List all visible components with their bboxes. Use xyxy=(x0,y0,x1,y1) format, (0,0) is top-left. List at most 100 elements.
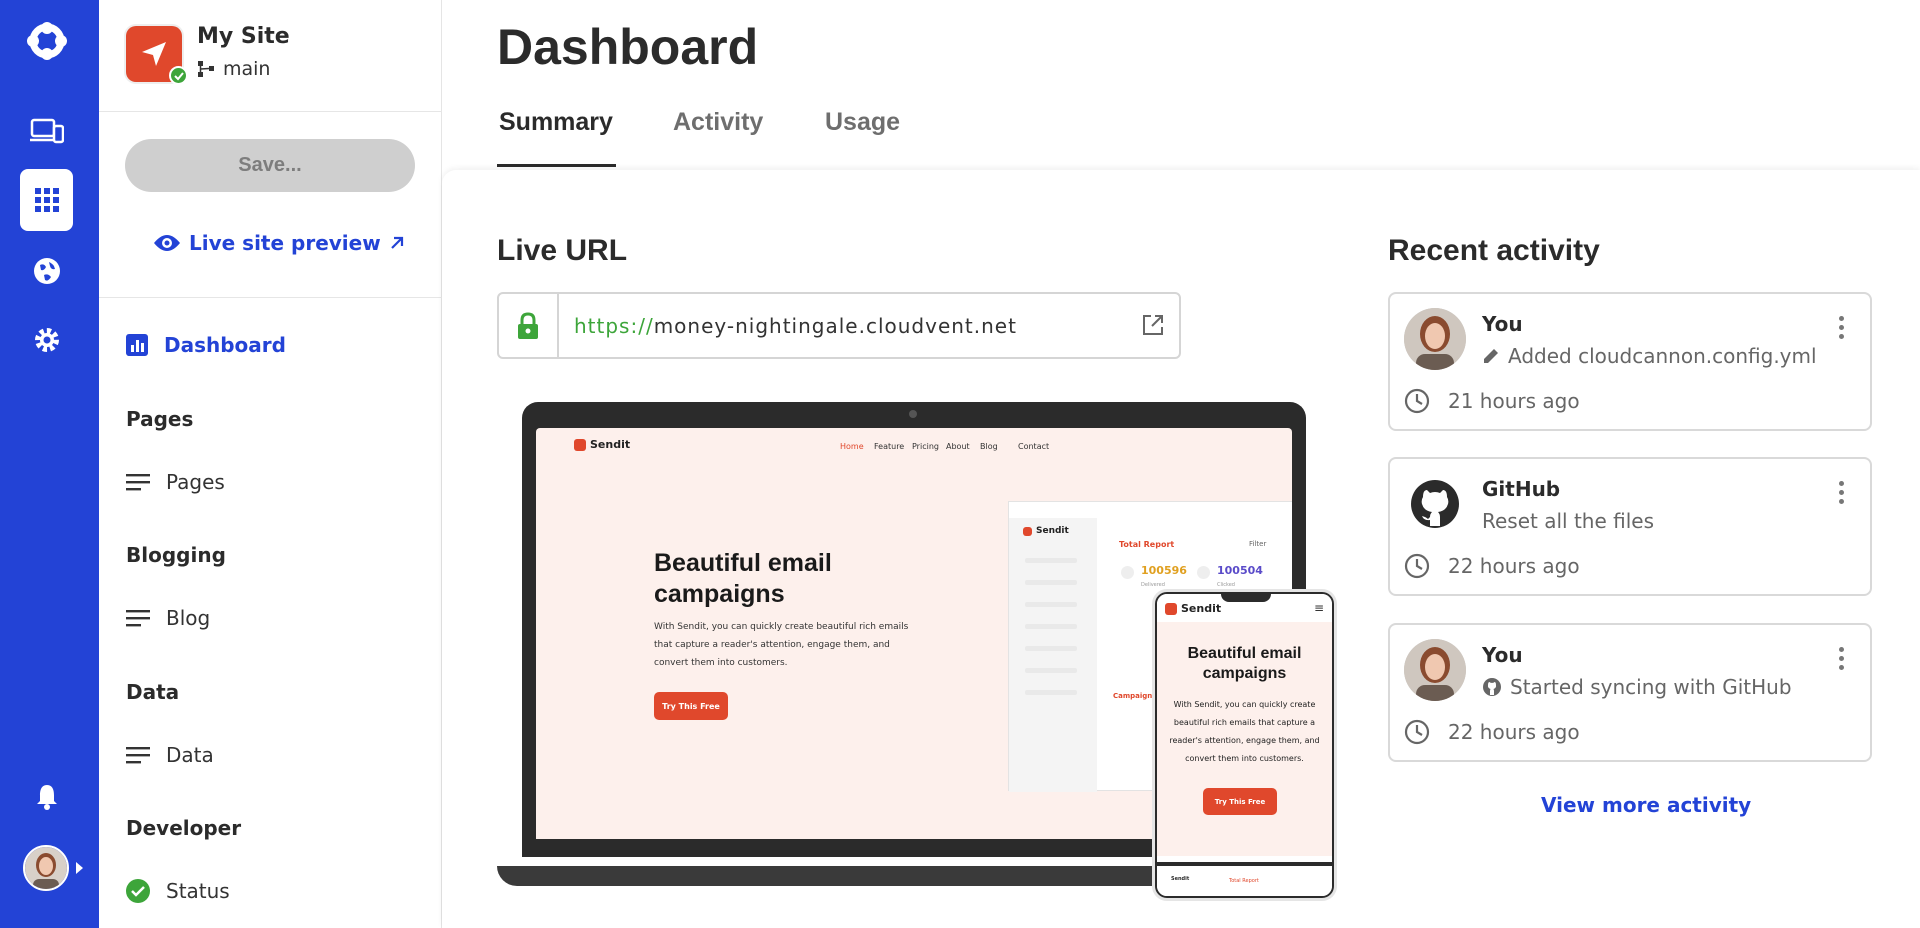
phone-brand: Sendit xyxy=(1165,602,1221,615)
tab-usage[interactable]: Usage xyxy=(825,108,900,137)
eye-icon xyxy=(154,235,180,251)
phone-hero-title: Beautiful email campaigns xyxy=(1187,645,1302,682)
branch-name: main xyxy=(223,58,271,80)
open-external-icon[interactable] xyxy=(1141,313,1165,341)
sidebar-item-dashboard[interactable]: Dashboard xyxy=(126,333,286,357)
page-title: Dashboard xyxy=(497,19,759,75)
preview-nav-feature: Feature xyxy=(874,442,905,451)
phone-screen: Beautiful email campaigns With Sendit, y… xyxy=(1157,622,1332,856)
clock-icon xyxy=(1404,719,1430,745)
phone-cta-button: Try This Free xyxy=(1203,788,1277,815)
recent-activity-heading: Recent activity xyxy=(1388,234,1600,267)
activity-description: Started syncing with GitHub xyxy=(1482,675,1792,699)
cloudcannon-logo-icon[interactable] xyxy=(20,10,73,72)
activity-author: You xyxy=(1482,643,1523,667)
sidebar-item-status[interactable]: Status xyxy=(126,879,230,903)
page-header: Dashboard Summary Activity Usage xyxy=(442,0,1920,170)
branch-icon xyxy=(198,61,214,77)
preview-nav-pricing: Pricing xyxy=(912,442,939,451)
more-options-icon[interactable] xyxy=(1839,647,1844,670)
apps-grid-icon[interactable] xyxy=(20,169,73,231)
laptop-camera xyxy=(909,410,917,418)
tablet-stat-delivered: 100596 xyxy=(1141,564,1187,577)
preview-cta-button: Try This Free xyxy=(654,692,728,720)
more-options-icon[interactable] xyxy=(1839,481,1844,504)
activity-author: You xyxy=(1482,312,1523,336)
tablet-report-title: Total Report xyxy=(1119,540,1175,549)
live-url-field[interactable]: https://money-nightingale.cloudvent.net xyxy=(497,292,1181,359)
dashboard-chart-icon xyxy=(126,334,148,356)
live-site-preview-label: Live site preview xyxy=(189,231,381,255)
list-icon xyxy=(126,610,150,627)
sidebar-item-pages[interactable]: Pages xyxy=(126,470,225,494)
view-more-activity-link[interactable]: View more activity xyxy=(1541,793,1751,817)
devices-icon[interactable] xyxy=(20,100,73,162)
clock-icon xyxy=(1404,388,1430,414)
app-rail xyxy=(0,0,99,928)
tablet-brand: Sendit xyxy=(1023,526,1069,536)
activity-description: Reset all the files xyxy=(1482,509,1655,533)
activity-time: 22 hours ago xyxy=(1404,719,1580,745)
account-menu-caret-icon[interactable] xyxy=(76,862,83,874)
sidebar-section-blogging: Blogging xyxy=(126,543,226,567)
github-icon xyxy=(1483,678,1501,696)
site-status-check-icon xyxy=(169,66,188,85)
site-sidebar: My Site main Save... Live site preview D… xyxy=(99,0,442,928)
live-url-heading: Live URL xyxy=(497,234,628,267)
user-avatar[interactable] xyxy=(23,845,69,891)
phone-mockup: Sendit ≡ Beautiful email campaigns With … xyxy=(1155,592,1334,898)
preview-brand: Sendit xyxy=(574,438,630,451)
sidebar-section-developer: Developer xyxy=(126,816,242,840)
preview-hero-title: Beautiful email campaigns xyxy=(654,549,832,608)
site-header: My Site main xyxy=(99,0,442,112)
settings-gear-icon[interactable] xyxy=(20,309,73,371)
activity-time: 22 hours ago xyxy=(1404,553,1580,579)
notifications-bell-icon[interactable] xyxy=(20,766,73,828)
activity-author: GitHub xyxy=(1482,477,1561,501)
activity-description: Added cloudcannon.config.yml xyxy=(1482,344,1817,368)
user-avatar xyxy=(1404,639,1466,701)
more-options-icon[interactable] xyxy=(1839,316,1844,339)
status-check-icon xyxy=(126,879,150,903)
pencil-icon xyxy=(1484,349,1498,363)
phone-header: Sendit ≡ xyxy=(1157,594,1332,622)
preview-nav-blog: Blog xyxy=(980,442,998,451)
phone-footer: Sendit Total Report xyxy=(1157,862,1332,896)
sidebar-item-data[interactable]: Data xyxy=(126,743,214,767)
live-site-preview-link[interactable]: Live site preview xyxy=(153,231,405,255)
activity-item[interactable]: You Started syncing with GitHub 22 hours… xyxy=(1388,623,1872,762)
site-name: My Site xyxy=(197,24,290,49)
tab-summary[interactable]: Summary xyxy=(499,108,613,137)
tablet-stat-clicked: 100504 xyxy=(1217,564,1263,577)
live-url-text: https://money-nightingale.cloudvent.net xyxy=(574,314,1017,338)
sidebar-section-data: Data xyxy=(126,680,180,704)
phone-menu-icon: ≡ xyxy=(1313,601,1324,615)
list-icon xyxy=(126,474,150,491)
preview-nav-about: About xyxy=(946,442,970,451)
activity-time: 21 hours ago xyxy=(1404,388,1580,414)
branch-selector[interactable]: main xyxy=(197,58,270,80)
preview-nav-home: Home xyxy=(840,442,864,451)
preview-hero-text: With Sendit, you can quickly create beau… xyxy=(654,622,909,668)
list-icon xyxy=(126,747,150,764)
sidebar-item-blog[interactable]: Blog xyxy=(126,606,210,630)
sendit-logo-icon xyxy=(574,438,586,451)
tablet-campaigns: Campaigns xyxy=(1113,692,1157,700)
active-tab-underline xyxy=(497,164,616,167)
phone-hero-text: With Sendit, you can quickly create beau… xyxy=(1169,700,1320,763)
tablet-report-filter: Filter xyxy=(1249,540,1267,548)
sidebar-divider xyxy=(99,297,442,298)
tab-activity[interactable]: Activity xyxy=(673,108,763,137)
external-arrow-icon xyxy=(390,236,403,249)
laptop-base xyxy=(497,866,1187,886)
activity-item[interactable]: You Added cloudcannon.config.yml 21 hour… xyxy=(1388,292,1872,431)
activity-item[interactable]: GitHub Reset all the files 22 hours ago xyxy=(1388,457,1872,596)
preview-nav-contact: Contact xyxy=(1018,442,1050,451)
globe-icon[interactable] xyxy=(20,240,73,302)
sidebar-section-pages: Pages xyxy=(126,407,194,431)
user-avatar xyxy=(1404,308,1466,370)
clock-icon xyxy=(1404,553,1430,579)
lock-icon xyxy=(499,294,559,357)
tablet-sidebar: Sendit xyxy=(1009,518,1097,792)
save-button[interactable]: Save... xyxy=(125,139,415,192)
